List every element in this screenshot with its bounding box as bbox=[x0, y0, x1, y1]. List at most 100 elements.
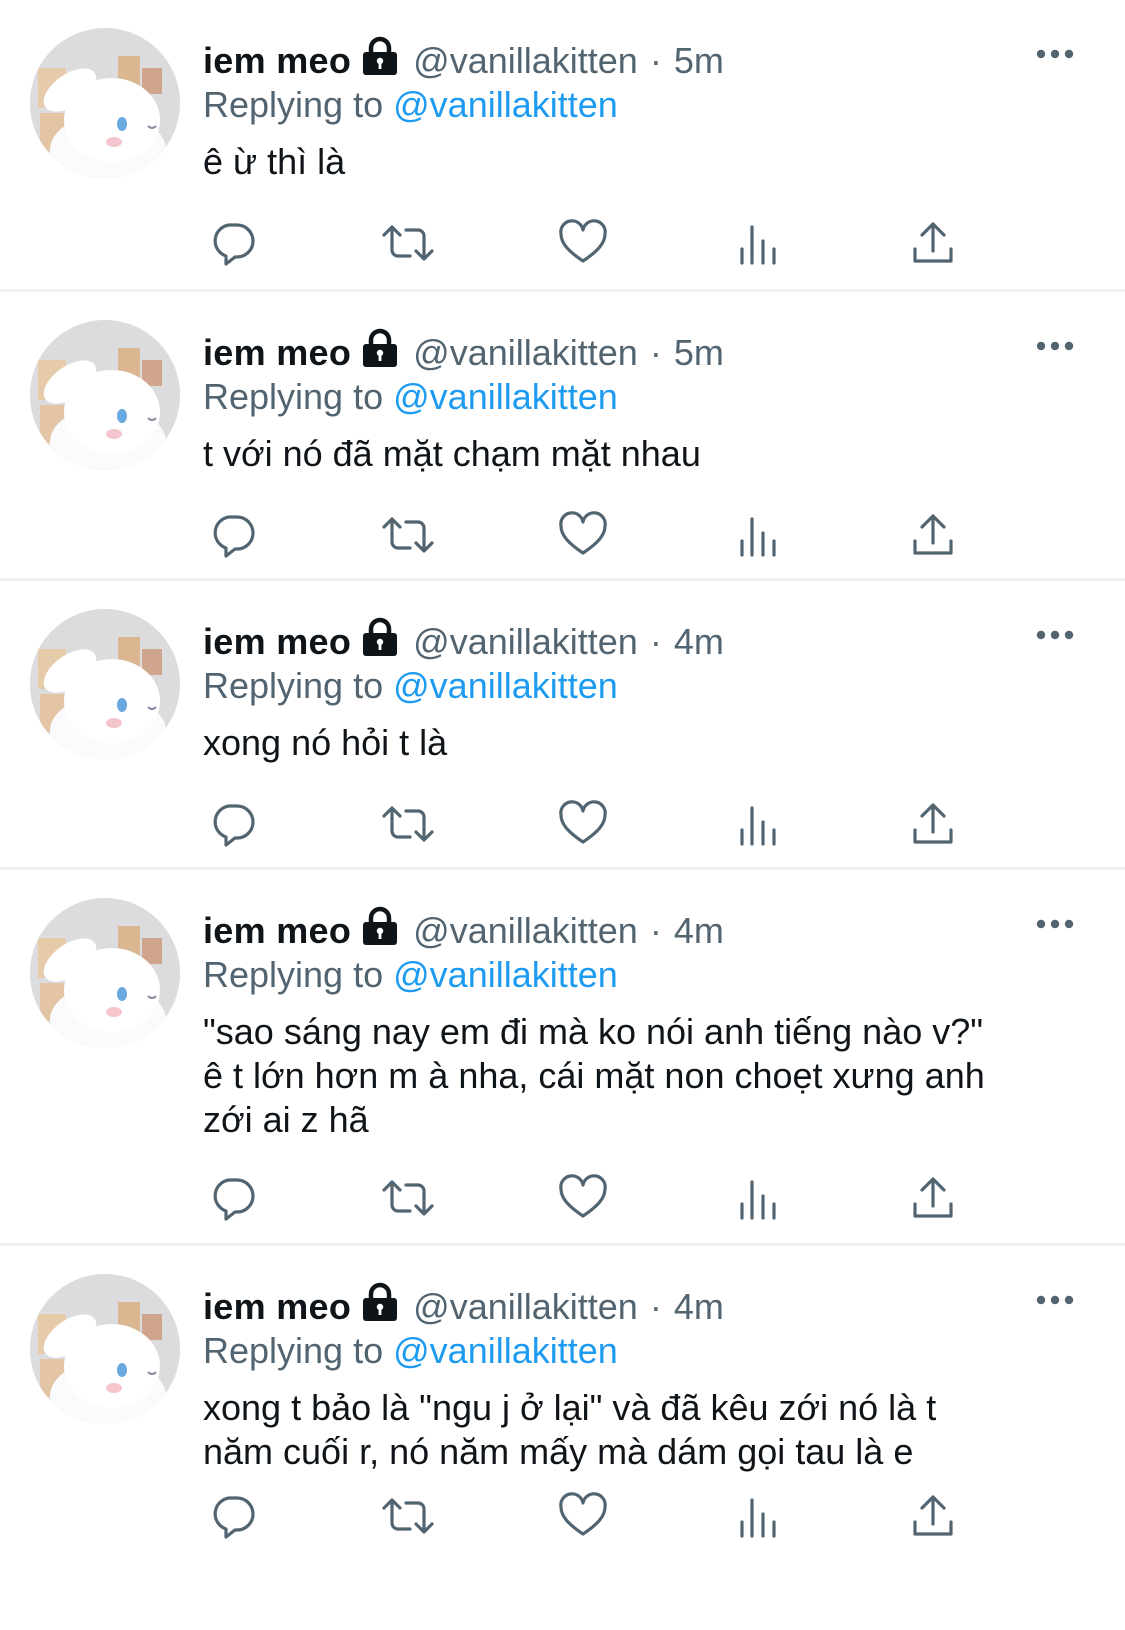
display-name[interactable]: iem meo bbox=[203, 38, 351, 84]
replying-to-label: Replying to bbox=[203, 665, 384, 706]
tweet-header: iem meo @vanillakitten · 4m bbox=[203, 906, 724, 957]
separator-dot: · bbox=[649, 1286, 662, 1327]
avatar-image bbox=[30, 898, 180, 1048]
replying-to-label: Replying to bbox=[203, 84, 384, 125]
user-handle[interactable]: @vanillakitten bbox=[413, 619, 638, 665]
reply-icon[interactable] bbox=[203, 1486, 263, 1546]
avatar-image bbox=[30, 320, 180, 470]
more-icon[interactable] bbox=[1025, 328, 1085, 364]
replying-to-mention[interactable]: @vanillakitten bbox=[393, 665, 618, 706]
more-icon[interactable] bbox=[1025, 906, 1085, 942]
replying-to-label: Replying to bbox=[203, 1330, 384, 1371]
views-icon[interactable] bbox=[728, 505, 788, 565]
share-icon[interactable] bbox=[903, 505, 963, 565]
timestamp[interactable]: 5m bbox=[674, 38, 724, 84]
like-icon[interactable] bbox=[553, 1486, 613, 1546]
timestamp[interactable]: 5m bbox=[674, 330, 724, 376]
views-icon[interactable] bbox=[728, 1486, 788, 1546]
retweet-icon[interactable] bbox=[378, 213, 438, 273]
tweet-text: xong t bảo là "ngu j ở lại" và đã kêu zớ… bbox=[203, 1387, 937, 1472]
separator-dot: · bbox=[649, 40, 662, 81]
replying-to: Replying to @vanillakitten bbox=[203, 374, 618, 420]
lock-icon bbox=[361, 36, 399, 87]
retweet-icon[interactable] bbox=[378, 794, 438, 854]
more-icon[interactable] bbox=[1025, 617, 1085, 653]
replying-to: Replying to @vanillakitten bbox=[203, 952, 618, 998]
lock-icon bbox=[361, 906, 399, 957]
tweet-header: iem meo @vanillakitten · 5m bbox=[203, 36, 724, 87]
retweet-icon[interactable] bbox=[378, 505, 438, 565]
tweet-text: xong nó hỏi t là bbox=[203, 722, 448, 763]
tweet[interactable]: iem meo @vanillakitten · 5m Replying to … bbox=[0, 0, 1125, 292]
lock-icon bbox=[361, 1282, 399, 1333]
avatar[interactable] bbox=[30, 1274, 180, 1424]
tweet-feed: iem meo @vanillakitten · 5m Replying to … bbox=[0, 0, 1125, 1630]
tweet-header: iem meo @vanillakitten · 4m bbox=[203, 617, 724, 668]
display-name[interactable]: iem meo bbox=[203, 1284, 351, 1330]
share-icon[interactable] bbox=[903, 794, 963, 854]
replying-to-mention[interactable]: @vanillakitten bbox=[393, 84, 618, 125]
tweet-actions bbox=[203, 1168, 963, 1228]
more-icon[interactable] bbox=[1025, 1282, 1085, 1318]
reply-icon[interactable] bbox=[203, 1168, 263, 1228]
avatar[interactable] bbox=[30, 609, 180, 759]
timestamp[interactable]: 4m bbox=[674, 908, 724, 954]
replying-to: Replying to @vanillakitten bbox=[203, 1328, 618, 1374]
retweet-icon[interactable] bbox=[378, 1168, 438, 1228]
lock-icon bbox=[361, 328, 399, 379]
display-name[interactable]: iem meo bbox=[203, 330, 351, 376]
tweet-actions bbox=[203, 213, 963, 273]
avatar-image bbox=[30, 609, 180, 759]
replying-to: Replying to @vanillakitten bbox=[203, 82, 618, 128]
user-handle[interactable]: @vanillakitten bbox=[413, 908, 638, 954]
tweet-header: iem meo @vanillakitten · 4m bbox=[203, 1282, 724, 1333]
tweet-actions bbox=[203, 794, 963, 854]
tweet-actions bbox=[203, 505, 963, 565]
tweet-text: "sao sáng nay em đi mà ko nói anh tiếng … bbox=[203, 1011, 985, 1140]
views-icon[interactable] bbox=[728, 213, 788, 273]
separator-dot: · bbox=[649, 910, 662, 951]
tweet[interactable]: iem meo @vanillakitten · 4m Replying to … bbox=[0, 1246, 1125, 1630]
replying-to-mention[interactable]: @vanillakitten bbox=[393, 954, 618, 995]
user-handle[interactable]: @vanillakitten bbox=[413, 1284, 638, 1330]
like-icon[interactable] bbox=[553, 505, 613, 565]
replying-to-mention[interactable]: @vanillakitten bbox=[393, 1330, 618, 1371]
reply-icon[interactable] bbox=[203, 213, 263, 273]
reply-icon[interactable] bbox=[203, 794, 263, 854]
tweet-text: ê ừ thì là bbox=[203, 141, 346, 182]
avatar[interactable] bbox=[30, 28, 180, 178]
like-icon[interactable] bbox=[553, 794, 613, 854]
user-handle[interactable]: @vanillakitten bbox=[413, 38, 638, 84]
tweet[interactable]: iem meo @vanillakitten · 4m Replying to … bbox=[0, 870, 1125, 1246]
tweet-text: t với nó đã mặt chạm mặt nhau bbox=[203, 433, 701, 474]
like-icon[interactable] bbox=[553, 1168, 613, 1228]
avatar-image bbox=[30, 28, 180, 178]
replying-to-label: Replying to bbox=[203, 376, 384, 417]
tweet[interactable]: iem meo @vanillakitten · 5m Replying to … bbox=[0, 292, 1125, 581]
timestamp[interactable]: 4m bbox=[674, 619, 724, 665]
display-name[interactable]: iem meo bbox=[203, 908, 351, 954]
avatar[interactable] bbox=[30, 898, 180, 1048]
avatar[interactable] bbox=[30, 320, 180, 470]
views-icon[interactable] bbox=[728, 794, 788, 854]
separator-dot: · bbox=[649, 332, 662, 373]
replying-to-mention[interactable]: @vanillakitten bbox=[393, 376, 618, 417]
share-icon[interactable] bbox=[903, 1486, 963, 1546]
tweet[interactable]: iem meo @vanillakitten · 4m Replying to … bbox=[0, 581, 1125, 870]
tweet-actions bbox=[203, 1486, 963, 1546]
share-icon[interactable] bbox=[903, 1168, 963, 1228]
tweet-header: iem meo @vanillakitten · 5m bbox=[203, 328, 724, 379]
views-icon[interactable] bbox=[728, 1168, 788, 1228]
share-icon[interactable] bbox=[903, 213, 963, 273]
avatar-image bbox=[30, 1274, 180, 1424]
reply-icon[interactable] bbox=[203, 505, 263, 565]
user-handle[interactable]: @vanillakitten bbox=[413, 330, 638, 376]
replying-to-label: Replying to bbox=[203, 954, 384, 995]
more-icon[interactable] bbox=[1025, 36, 1085, 72]
like-icon[interactable] bbox=[553, 213, 613, 273]
lock-icon bbox=[361, 617, 399, 668]
replying-to: Replying to @vanillakitten bbox=[203, 663, 618, 709]
timestamp[interactable]: 4m bbox=[674, 1284, 724, 1330]
display-name[interactable]: iem meo bbox=[203, 619, 351, 665]
retweet-icon[interactable] bbox=[378, 1486, 438, 1546]
